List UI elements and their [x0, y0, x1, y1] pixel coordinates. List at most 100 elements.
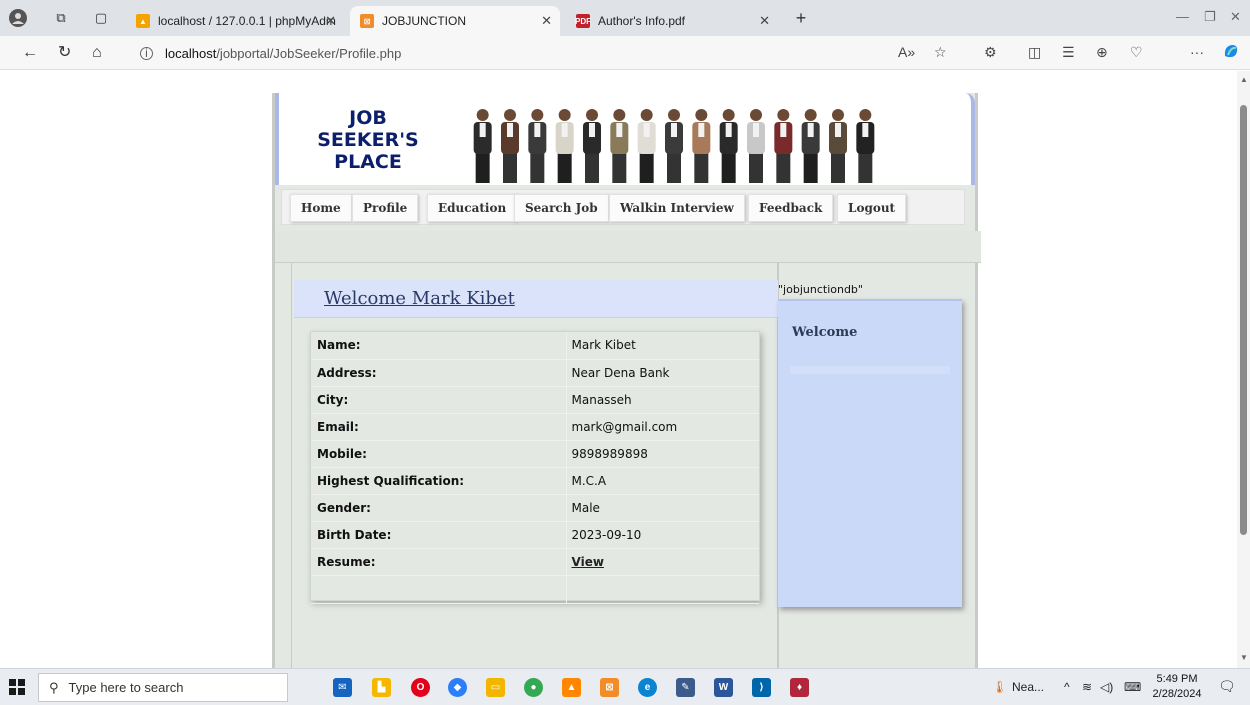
- sticky-notes-icon[interactable]: ▙: [372, 678, 391, 697]
- nav-walkin-interview[interactable]: Walkin Interview: [609, 194, 745, 222]
- back-arrow-icon[interactable]: ←: [22, 44, 38, 62]
- media-app-icon[interactable]: ◆: [448, 678, 467, 697]
- favorites-icon[interactable]: ☰: [1062, 44, 1075, 61]
- scroll-up-icon[interactable]: ▲: [1240, 75, 1248, 84]
- nav-search-job[interactable]: Search Job: [514, 194, 609, 222]
- file-explorer-icon[interactable]: ▭: [486, 678, 505, 697]
- search-icon: ⚲: [49, 679, 59, 695]
- network-icon[interactable]: ≋: [1082, 680, 1092, 694]
- taskbar-search-input[interactable]: ⚲ Type here to search: [38, 673, 288, 702]
- read-aloud-icon[interactable]: A»: [898, 44, 915, 60]
- profile-value: Mark Kibet: [566, 332, 759, 360]
- favorite-star-icon[interactable]: ☆: [934, 44, 947, 61]
- logo-line: SEEKER'S: [317, 129, 419, 151]
- banner-person: [665, 109, 683, 183]
- notepad-app-icon[interactable]: ✎: [676, 678, 695, 697]
- close-tab-icon[interactable]: ✕: [325, 13, 336, 29]
- language-icon[interactable]: ⌨: [1124, 680, 1141, 694]
- sub-header-bar: [275, 231, 981, 263]
- nav-profile[interactable]: Profile: [352, 194, 419, 222]
- banner-person: [501, 109, 519, 183]
- banner-person: [528, 109, 547, 183]
- nav-education[interactable]: Education: [427, 194, 518, 222]
- tab-authors-info-pdf[interactable]: PDF Author's Info.pdf ✕: [566, 6, 778, 36]
- tab-actions-icon[interactable]: ▢: [92, 9, 110, 27]
- mail-app-icon[interactable]: ✉: [333, 678, 352, 697]
- profile-value: mark@gmail.com: [566, 413, 759, 441]
- banner-person: [610, 109, 629, 183]
- extensions-icon[interactable]: ⚙: [984, 44, 997, 61]
- profile-label: Highest Qualification:: [311, 467, 567, 495]
- phpmyadmin-icon: ▲: [136, 14, 150, 28]
- clock-time: 5:49 PM: [1156, 673, 1198, 685]
- weather-icon[interactable]: 🌡: [992, 680, 1007, 694]
- tab-title: Author's Info.pdf: [598, 14, 686, 28]
- tab-title: JOBJUNCTION: [382, 14, 466, 28]
- banner-person: [692, 109, 711, 183]
- banner-person: [719, 109, 738, 183]
- profile-value: View: [566, 548, 759, 576]
- page-viewport: JOB SEEKER'S PLACE Home Profile Educatio…: [0, 71, 1237, 668]
- close-tab-icon[interactable]: ✕: [541, 13, 552, 29]
- tray-chevron-icon[interactable]: ^: [1064, 680, 1070, 694]
- profile-value: M.C.A: [566, 467, 759, 495]
- banner-person: [473, 109, 492, 183]
- profile-table: Name: Mark Kibet Address: Near Dena Bank Cit…: [310, 331, 760, 604]
- close-tab-icon[interactable]: ✕: [759, 13, 770, 29]
- profile-value: Male: [566, 494, 759, 522]
- side-panel-title: Welcome: [792, 325, 858, 340]
- address-bar[interactable]: i localhost/jobportal/JobSeeker/Profile.…: [140, 40, 960, 66]
- table-row: Resume: View: [311, 548, 759, 576]
- nav-feedback[interactable]: Feedback: [748, 194, 834, 222]
- opera-icon[interactable]: O: [411, 678, 430, 697]
- refresh-icon[interactable]: ↻: [58, 44, 71, 62]
- site-info-icon[interactable]: i: [140, 46, 153, 60]
- volume-icon[interactable]: ◁): [1100, 680, 1113, 694]
- collections-icon[interactable]: ⊕: [1096, 44, 1108, 61]
- word-icon[interactable]: W: [714, 678, 733, 697]
- address-toolbar: ← ↻ ⌂ i localhost/jobportal/JobSeeker/Pr…: [0, 36, 1250, 70]
- table-row-spacer: [311, 575, 759, 604]
- split-screen-icon[interactable]: ◫: [1028, 44, 1041, 61]
- app-pinned-icon[interactable]: ♦: [790, 678, 809, 697]
- close-window-icon[interactable]: ✕: [1230, 9, 1241, 25]
- new-tab-button[interactable]: +: [792, 8, 810, 28]
- profile-label: Address:: [311, 359, 567, 387]
- edge-icon[interactable]: e: [638, 678, 657, 697]
- scroll-down-icon[interactable]: ▼: [1240, 653, 1248, 662]
- restore-icon[interactable]: ❐: [1204, 9, 1216, 25]
- profile-value: 9898989898: [566, 440, 759, 468]
- profile-avatar-icon[interactable]: [9, 9, 27, 27]
- nav-logout[interactable]: Logout: [837, 194, 907, 222]
- workspaces-icon[interactable]: ⧉: [52, 9, 70, 27]
- copilot-icon[interactable]: [1222, 42, 1240, 63]
- notifications-icon[interactable]: 🗨: [1218, 678, 1236, 695]
- logo-line: PLACE: [334, 151, 402, 173]
- resume-view-link[interactable]: View: [572, 555, 604, 569]
- chrome-icon[interactable]: ●: [524, 678, 543, 697]
- table-row: Email: mark@gmail.com: [311, 413, 759, 441]
- weather-label[interactable]: Nea...: [1012, 680, 1044, 694]
- minimize-icon[interactable]: —: [1176, 9, 1189, 24]
- vlc-icon[interactable]: ▲: [562, 678, 581, 697]
- side-panel-divider: [790, 366, 950, 374]
- banner-person: [829, 109, 847, 183]
- profile-value: Manasseh: [566, 386, 759, 414]
- page-scrollbar[interactable]: ▲ ▼: [1237, 71, 1250, 668]
- system-clock[interactable]: 5:49 PM 2/28/2024: [1152, 672, 1202, 702]
- table-row: Mobile: 9898989898: [311, 440, 759, 468]
- vscode-icon[interactable]: ⟩: [752, 678, 771, 697]
- profile-label: Birth Date:: [311, 521, 567, 549]
- main-nav: Home Profile Education Search Job Walkin…: [281, 189, 965, 225]
- nav-home[interactable]: Home: [290, 194, 352, 222]
- browser-essentials-icon[interactable]: ♡: [1130, 44, 1143, 61]
- scroll-thumb[interactable]: [1240, 105, 1247, 535]
- windows-start-icon[interactable]: [9, 679, 25, 695]
- tab-jobjunction[interactable]: ⊠ JOBJUNCTION ✕: [350, 6, 560, 36]
- xampp-icon[interactable]: ⊠: [600, 678, 619, 697]
- profile-value: 2023-09-10: [566, 521, 759, 549]
- tab-phpmyadmin[interactable]: ▲ localhost / 127.0.0.1 | phpMyAdm ✕: [126, 6, 344, 36]
- home-icon[interactable]: ⌂: [92, 44, 102, 62]
- clock-date: 2/28/2024: [1152, 688, 1202, 700]
- more-menu-icon[interactable]: ···: [1190, 44, 1204, 60]
